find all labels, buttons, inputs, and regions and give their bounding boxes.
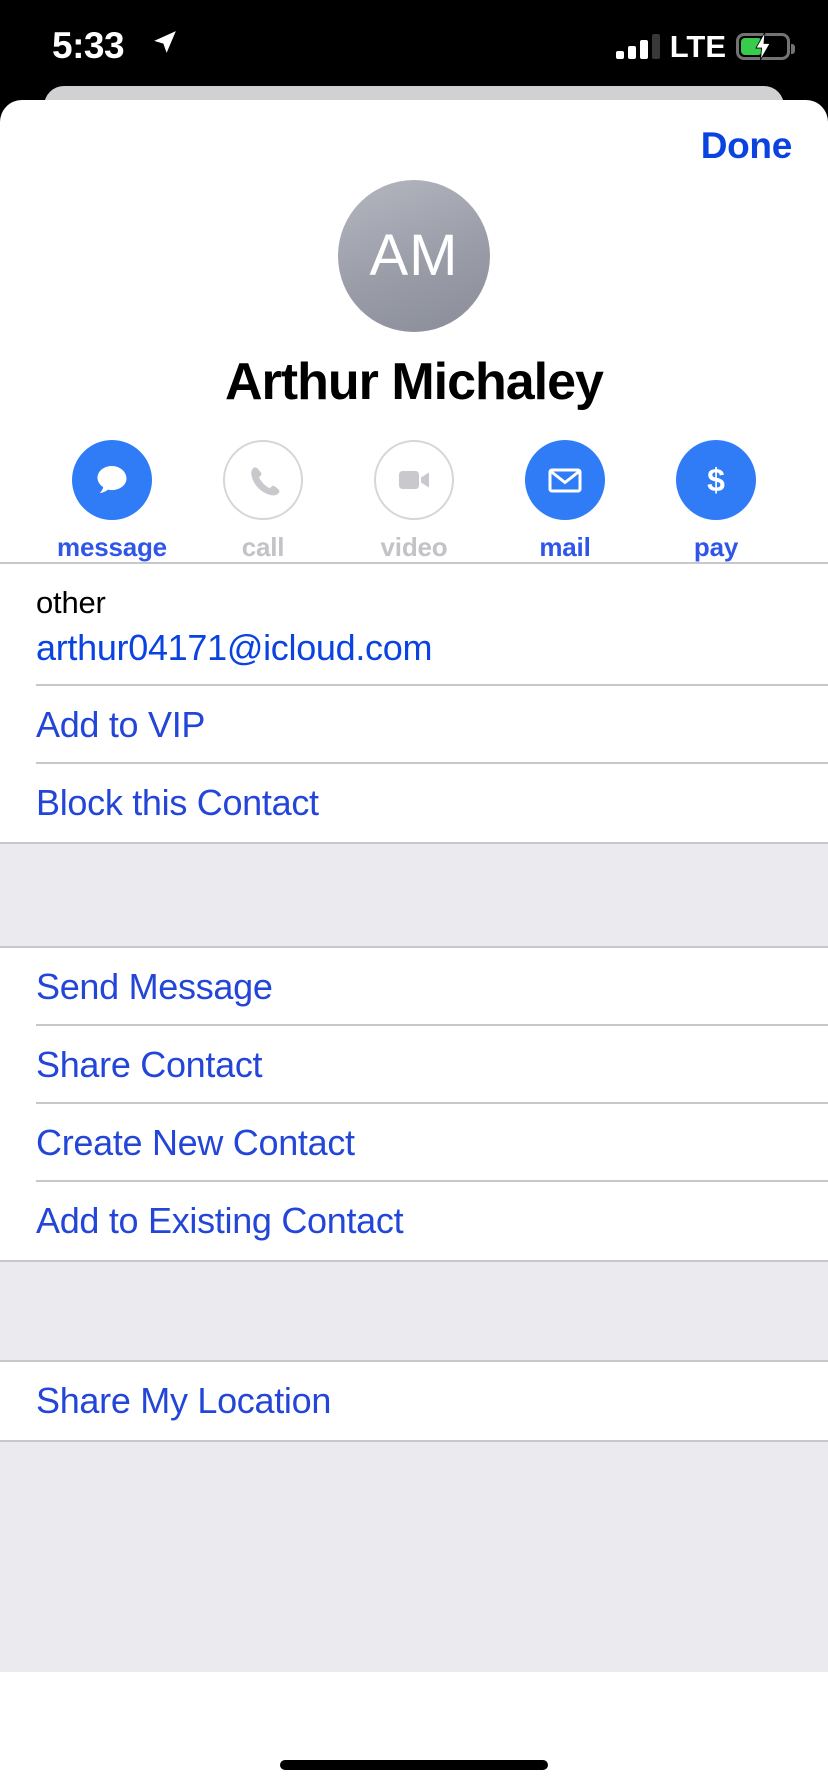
dollar-sign-icon: $ <box>676 440 756 520</box>
status-bar-time: 5:33 <box>52 25 125 66</box>
video-camera-icon <box>374 440 454 520</box>
status-bar-right-cluster: LTE <box>615 26 795 66</box>
iphone-screen: 5:33 LTE Done AM Arthur Michaley message… <box>0 0 828 1792</box>
quick-action-message-label: message <box>57 532 167 562</box>
row-block-this-contact[interactable]: Block this Contact <box>0 764 828 842</box>
quick-action-pay-label: pay <box>693 532 739 562</box>
status-bar-carrier: LTE <box>669 28 726 64</box>
avatar[interactable]: AM <box>338 180 490 332</box>
home-indicator[interactable] <box>280 1760 548 1770</box>
quick-action-mail-label: mail <box>539 532 591 562</box>
row-add-to-existing-contact-label: Add to Existing Contact <box>36 1200 404 1241</box>
quick-action-video[interactable]: video <box>362 440 466 562</box>
message-bubble-icon <box>72 440 152 520</box>
phone-icon <box>223 440 303 520</box>
row-share-contact-label: Share Contact <box>36 1044 263 1085</box>
svg-text:$: $ <box>707 462 725 498</box>
section-gap-3 <box>0 1440 828 1672</box>
avatar-initials: AM <box>369 223 459 288</box>
section-gap-2 <box>0 1260 828 1362</box>
row-create-new-contact-label: Create New Contact <box>36 1122 355 1163</box>
row-block-this-contact-label: Block this Contact <box>36 782 319 823</box>
status-bar: 5:33 LTE <box>0 0 828 88</box>
row-add-to-existing-contact[interactable]: Add to Existing Contact <box>0 1182 828 1260</box>
avatar-container: AM <box>0 180 828 332</box>
row-share-my-location[interactable]: Share My Location <box>0 1362 828 1440</box>
quick-action-call-label: call <box>241 532 285 562</box>
row-send-message[interactable]: Send Message <box>0 948 828 1026</box>
quick-actions-row: message call video mail $ pay <box>0 412 828 562</box>
row-add-to-vip-label: Add to VIP <box>36 704 206 745</box>
row-create-new-contact[interactable]: Create New Contact <box>0 1104 828 1182</box>
quick-action-message[interactable]: message <box>57 440 167 562</box>
location-arrow-icon <box>154 31 176 53</box>
charging-bolt-icon <box>755 32 771 60</box>
quick-action-pay[interactable]: $ pay <box>664 440 768 562</box>
envelope-icon <box>525 440 605 520</box>
row-add-to-vip[interactable]: Add to VIP <box>0 686 828 764</box>
done-button[interactable]: Done <box>701 124 793 168</box>
email-label: other <box>36 585 106 620</box>
row-share-contact[interactable]: Share Contact <box>0 1026 828 1104</box>
contact-detail-sheet: Done AM Arthur Michaley message call vid… <box>0 100 828 1792</box>
quick-action-call[interactable]: call <box>211 440 315 562</box>
battery-charging-icon <box>736 32 795 60</box>
email-row[interactable]: other arthur04171@icloud.com <box>0 564 828 686</box>
contact-name: Arthur Michaley <box>225 353 604 411</box>
quick-action-video-label: video <box>380 532 448 562</box>
email-value[interactable]: arthur04171@icloud.com <box>36 626 792 670</box>
quick-action-mail[interactable]: mail <box>513 440 617 562</box>
section-gap-1 <box>0 842 828 948</box>
row-send-message-label: Send Message <box>36 966 273 1007</box>
cellular-signal-icon <box>615 33 660 59</box>
sheet-nav-bar: Done <box>0 100 828 174</box>
row-share-my-location-label: Share My Location <box>36 1380 332 1421</box>
